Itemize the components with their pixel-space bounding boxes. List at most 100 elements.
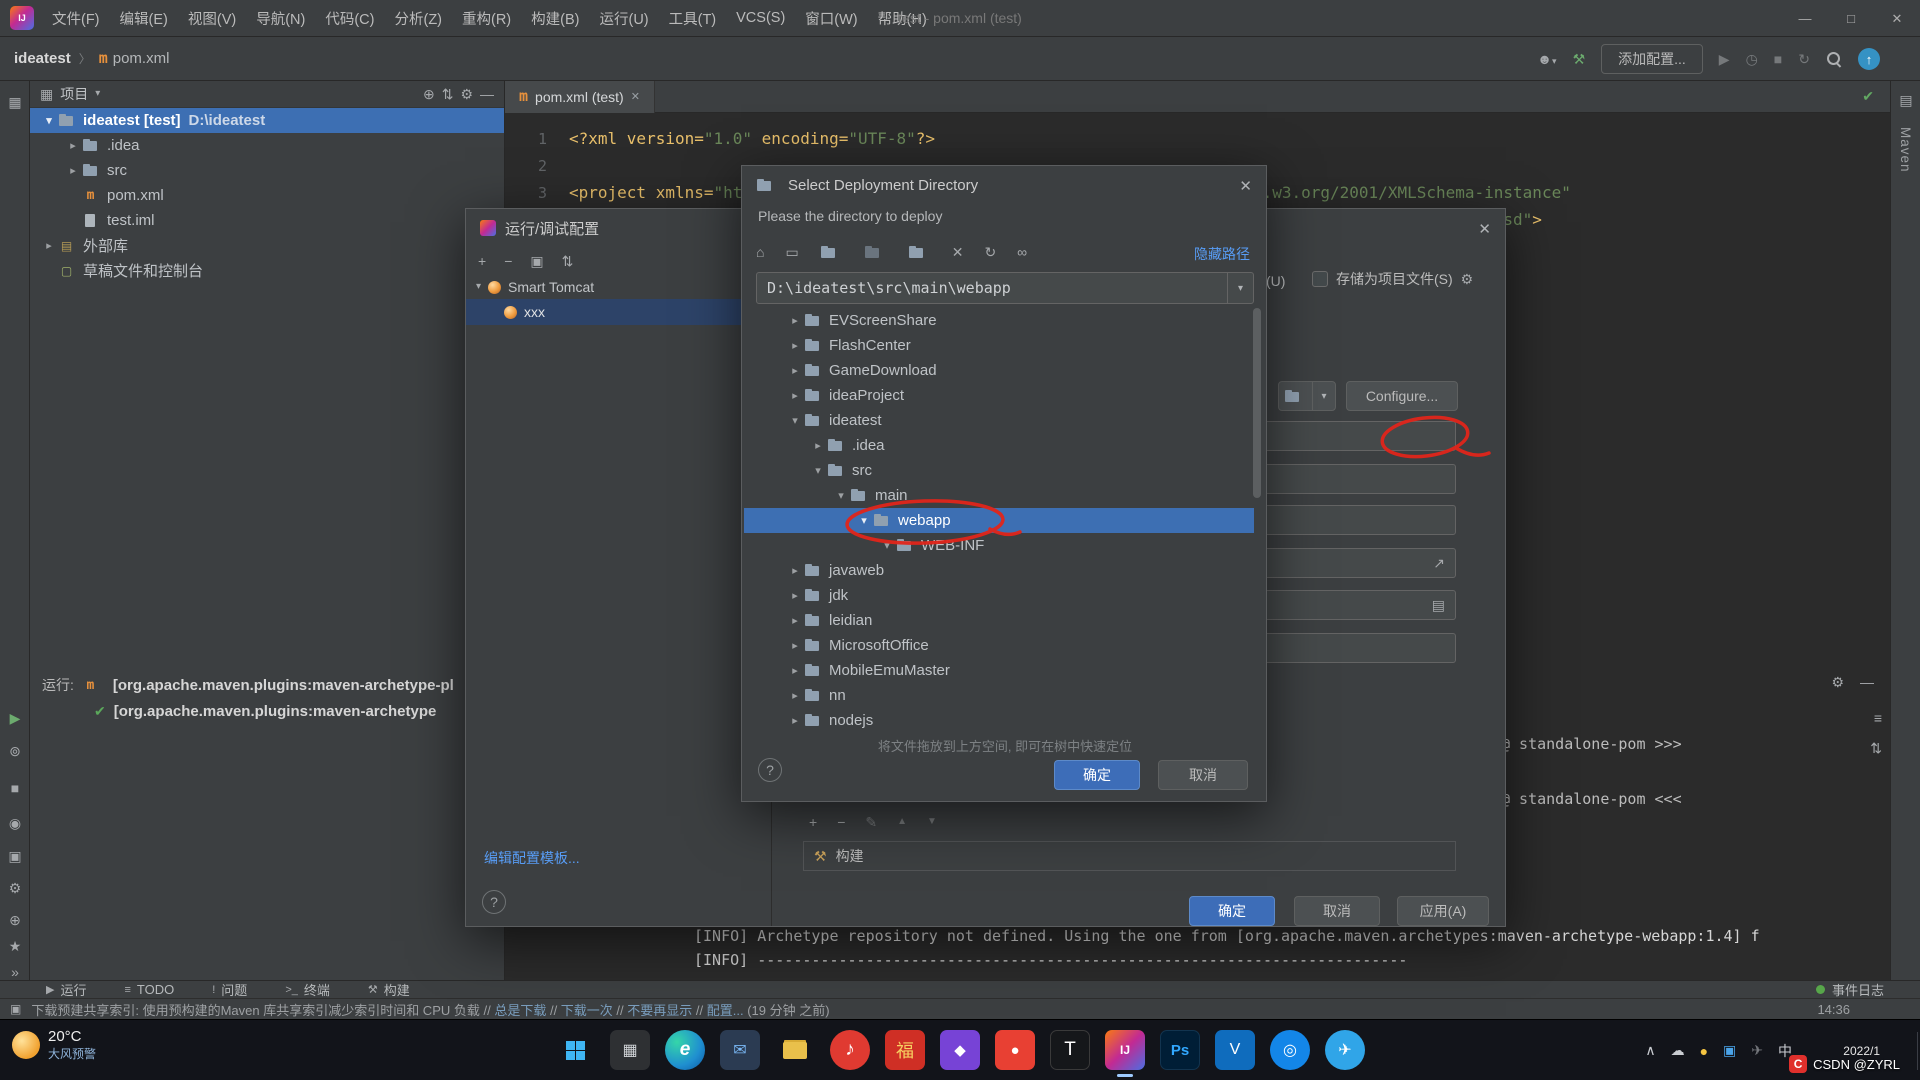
status-link[interactable]: 总是下载: [494, 1003, 546, 1018]
tree-chevron-icon[interactable]: ▸: [786, 664, 804, 677]
maven-goal-row[interactable]: [org.apache.maven.plugins:maven-archetyp…: [114, 703, 437, 720]
build-step-row[interactable]: ⚒ 构建: [803, 841, 1456, 871]
project-tree-row[interactable]: ▸ 外部库: [30, 233, 504, 258]
build-hammer-icon[interactable]: ⚒: [1573, 52, 1586, 66]
taskbar-app-icon[interactable]: ▦: [610, 1030, 650, 1070]
refresh-icon[interactable]: ↻: [984, 245, 996, 259]
cancel-button[interactable]: 取消: [1158, 760, 1248, 790]
deploy-tree-row[interactable]: ▸ nodejs: [744, 708, 1254, 732]
menu-item[interactable]: 文件(F): [42, 8, 110, 29]
taskbar-app-icon[interactable]: V: [1215, 1030, 1255, 1070]
remove-config-icon[interactable]: −: [504, 254, 512, 268]
config-group-row[interactable]: ▾ Smart Tomcat: [466, 275, 771, 299]
update-icon[interactable]: ↑: [1858, 48, 1880, 70]
deploy-tree-row[interactable]: ▸ .idea: [744, 433, 1254, 458]
tray-icon[interactable]: ✈: [1751, 1042, 1763, 1059]
settings-gear-icon[interactable]: ⚙: [0, 881, 30, 895]
run-icon[interactable]: ▶: [1719, 52, 1730, 66]
deploy-tree-row[interactable]: ▾ WEB-INF: [744, 533, 1254, 558]
taskbar-app-icon[interactable]: ✉: [720, 1030, 760, 1070]
favorites-star-icon[interactable]: ★: [0, 939, 30, 953]
tree-chevron-icon[interactable]: ▸: [809, 439, 827, 452]
config-item-row[interactable]: xxx: [466, 299, 771, 325]
add-step-icon[interactable]: +: [809, 815, 817, 829]
maximize-button[interactable]: □: [1828, 0, 1874, 37]
menu-item[interactable]: 视图(V): [178, 8, 246, 29]
tree-chevron-icon[interactable]: ▸: [786, 589, 804, 602]
tool-window-tab[interactable]: >_ 终端: [285, 980, 330, 999]
tree-chevron-icon[interactable]: ▸: [786, 314, 804, 327]
tree-chevron-icon[interactable]: ▸: [786, 364, 804, 377]
tree-chevron-icon[interactable]: ▸: [64, 164, 82, 177]
status-link[interactable]: 配置...: [707, 1003, 744, 1018]
new-folder-icon[interactable]: [820, 245, 837, 260]
more-tools-icon[interactable]: »: [0, 965, 30, 979]
add-config-icon[interactable]: +: [478, 254, 486, 268]
chevron-down-icon[interactable]: ▾: [95, 89, 100, 99]
project-tree-row[interactable]: 草稿文件和控制台: [30, 258, 504, 283]
profiler-icon[interactable]: ◷: [1746, 52, 1758, 66]
minimize-button[interactable]: —: [1782, 0, 1828, 37]
soft-wrap-icon[interactable]: ≡: [1874, 711, 1882, 725]
folder-dropdown-button[interactable]: ▾: [1278, 381, 1336, 411]
remove-step-icon[interactable]: −: [837, 815, 845, 829]
combo-dropdown-icon[interactable]: ▾: [1227, 273, 1253, 303]
copy-config-icon[interactable]: ▣: [530, 254, 543, 268]
collapse-all-icon[interactable]: ⇅: [442, 87, 454, 101]
deploy-tree-row[interactable]: ▾ src: [744, 458, 1254, 483]
taskbar-app-icon[interactable]: [775, 1030, 815, 1070]
menu-item[interactable]: VCS(S): [726, 10, 795, 26]
project-tree-row[interactable]: ▾ ideatest [test] D:\ideatest: [30, 108, 504, 133]
show-desktop-divider[interactable]: [1917, 1032, 1918, 1070]
menu-item[interactable]: 窗口(W): [795, 8, 867, 29]
deploy-tree-row[interactable]: ▸ nn: [744, 683, 1254, 708]
menu-item[interactable]: 构建(B): [521, 8, 589, 29]
taskbar-app-icon[interactable]: T: [1050, 1030, 1090, 1070]
menu-item[interactable]: 工具(T): [659, 8, 727, 29]
add-configuration-button[interactable]: 添加配置...: [1601, 44, 1703, 74]
menu-item[interactable]: 运行(U): [589, 8, 658, 29]
configure-button[interactable]: Configure...: [1346, 381, 1458, 411]
edit-templates-link[interactable]: 编辑配置模板...: [484, 848, 580, 868]
deploy-tree-row[interactable]: ▸ MicrosoftOffice: [744, 633, 1254, 658]
user-icon[interactable]: ☻▾: [1537, 52, 1556, 66]
taskbar-app-icon[interactable]: IJ: [1105, 1030, 1145, 1070]
module-folder-icon[interactable]: [908, 245, 925, 260]
delete-icon[interactable]: ✕: [952, 245, 964, 259]
tree-chevron-icon[interactable]: ▾: [855, 514, 873, 527]
dialog-close-icon[interactable]: ✕: [1239, 177, 1252, 195]
tool-window-tab[interactable]: ▶ 运行: [46, 980, 86, 999]
status-link[interactable]: 下载一次: [561, 1003, 613, 1018]
taskbar-app-icon[interactable]: ●: [995, 1030, 1035, 1070]
taskbar-app-icon[interactable]: [555, 1030, 595, 1070]
ok-button[interactable]: 确定: [1189, 896, 1275, 926]
taskbar-app-icon[interactable]: 福: [885, 1030, 925, 1070]
dialog-close-icon[interactable]: ✕: [1478, 220, 1491, 238]
move-up-icon[interactable]: ▲: [897, 817, 907, 827]
project-tool-icon[interactable]: ▦: [0, 95, 30, 109]
tree-chevron-icon[interactable]: ▾: [40, 114, 58, 127]
locate-icon[interactable]: ⊕: [0, 913, 30, 927]
tree-scrollbar[interactable]: [1253, 308, 1261, 498]
deploy-tree-row[interactable]: ▸ ideaProject: [744, 383, 1254, 408]
apply-button[interactable]: 应用(A): [1397, 896, 1489, 926]
tree-chevron-icon[interactable]: ▸: [40, 239, 58, 252]
tray-icon[interactable]: ●: [1700, 1043, 1708, 1059]
tree-chevron-icon[interactable]: ▾: [878, 539, 896, 552]
sort-config-icon[interactable]: ⇅: [562, 254, 574, 268]
move-down-icon[interactable]: ▼: [927, 817, 937, 827]
tree-chevron-icon[interactable]: ▾: [809, 464, 827, 477]
event-log-tab[interactable]: 事件日志: [1816, 980, 1884, 999]
tree-chevron-icon[interactable]: ▸: [786, 639, 804, 652]
dropdown-arrow-icon[interactable]: ▾: [1312, 382, 1335, 410]
breadcrumb-project[interactable]: ideatest: [14, 50, 71, 67]
menu-item[interactable]: 代码(C): [315, 8, 384, 29]
store-gear-icon[interactable]: ⚙: [1461, 272, 1474, 286]
deploy-tree-row[interactable]: ▸ jdk: [744, 583, 1254, 608]
locate-file-icon[interactable]: ⊕: [423, 87, 435, 101]
tree-chevron-icon[interactable]: ▸: [786, 614, 804, 627]
help-button[interactable]: ?: [758, 758, 782, 782]
run-tool-icon[interactable]: ▶: [0, 711, 30, 725]
checkbox-icon[interactable]: [1312, 271, 1328, 287]
menu-item[interactable]: 重构(R): [452, 8, 521, 29]
